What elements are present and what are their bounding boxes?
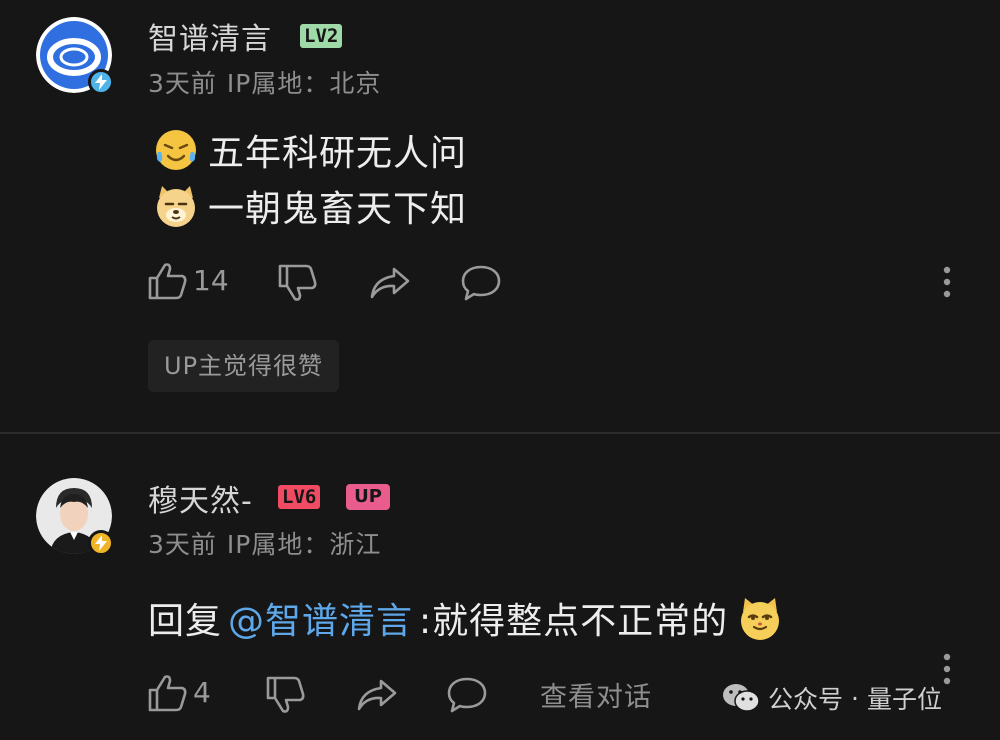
comment-thread: 智谱清言 LV2 3天前 IP属地：北京 五年科研无人问 一朝鬼畜天下知 14 … <box>0 0 1000 740</box>
comment-divider <box>0 432 1000 434</box>
watermark-name: 量子位 <box>866 685 942 714</box>
comment-text: 一朝鬼畜天下知 <box>208 189 468 230</box>
level-badge: LV6 <box>278 485 321 509</box>
reply-prefix: 回复 <box>148 601 223 642</box>
view-conversation-link[interactable]: 查看对话 <box>540 675 652 714</box>
thumbs-up-icon[interactable] <box>148 262 188 300</box>
like-count: 4 <box>193 676 211 709</box>
avatar[interactable] <box>36 17 114 95</box>
thumbs-up-icon[interactable] <box>148 674 188 712</box>
doge-emoji <box>157 186 195 227</box>
lightning-icon <box>88 530 114 556</box>
crying-laugh-emoji <box>156 130 196 170</box>
comment-line: 一朝鬼畜天下知 <box>152 180 467 232</box>
mention-link[interactable]: @智谱清言 <box>228 592 413 644</box>
up-badge: UP <box>346 484 390 510</box>
reply-icon[interactable] <box>446 676 488 714</box>
ip-location: IP属地：浙江 <box>226 530 382 559</box>
more-icon[interactable] <box>942 652 952 686</box>
watermark-source: 公众号 <box>768 685 844 714</box>
timestamp: 3天前 <box>148 69 217 98</box>
thumbs-down-icon[interactable] <box>266 676 306 714</box>
reply-icon[interactable] <box>460 264 502 302</box>
watermark-separator: · <box>851 683 859 713</box>
more-icon[interactable] <box>942 265 952 299</box>
username[interactable]: 穆天然- <box>148 476 253 520</box>
like-count: 14 <box>193 264 229 297</box>
reply-content: 回复 @智谱清言 :就得整点不正常的 <box>148 592 792 644</box>
level-badge: LV2 <box>300 24 343 48</box>
avatar[interactable] <box>36 478 114 556</box>
username[interactable]: 智谱清言 <box>148 14 272 58</box>
comment-meta: 3天前 IP属地：浙江 <box>148 525 391 561</box>
source-watermark: 公众号 · 量子位 <box>722 680 942 716</box>
share-icon[interactable] <box>356 678 398 712</box>
lightning-icon <box>88 69 114 95</box>
cat-smirk-emoji <box>741 598 780 640</box>
comment-item: 智谱清言 LV2 3天前 IP属地：北京 五年科研无人问 一朝鬼畜天下知 14 … <box>0 0 1000 432</box>
reply-text: :就得整点不正常的 <box>419 601 729 642</box>
timestamp: 3天前 <box>148 530 217 559</box>
wechat-icon <box>723 684 760 712</box>
comment-meta: 3天前 IP属地：北京 <box>148 64 391 100</box>
comment-text: 五年科研无人问 <box>208 133 468 174</box>
up-liked-tag: UP主觉得很赞 <box>148 340 340 392</box>
share-icon[interactable] <box>369 266 411 300</box>
comment-line: 五年科研无人问 <box>152 124 467 176</box>
thumbs-down-icon[interactable] <box>278 264 318 302</box>
ip-location: IP属地：北京 <box>226 69 382 98</box>
